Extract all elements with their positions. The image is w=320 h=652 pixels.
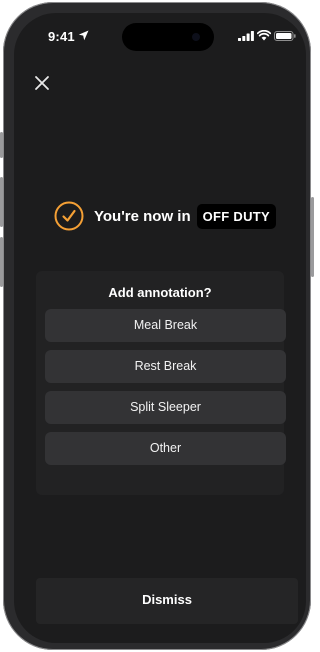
status-message-text: You're now in xyxy=(94,207,191,225)
battery-icon xyxy=(274,31,296,41)
annotation-option-other[interactable]: Other xyxy=(45,432,286,465)
wifi-icon xyxy=(257,30,271,41)
annotation-title: Add annotation? xyxy=(108,285,212,300)
duty-status-message: You're now in OFF DUTY xyxy=(54,199,277,233)
volume-down-button xyxy=(0,237,3,287)
status-bar: 9:41 xyxy=(14,13,306,59)
duty-status-badge: OFF DUTY xyxy=(196,203,277,229)
mute-switch xyxy=(0,132,3,158)
annotation-option-rest-break[interactable]: Rest Break xyxy=(45,350,286,383)
cellular-signal-icon xyxy=(238,31,254,41)
status-time: 9:41 xyxy=(48,29,75,44)
location-arrow-icon xyxy=(78,30,89,41)
volume-up-button xyxy=(0,177,3,227)
dismiss-button[interactable]: Dismiss xyxy=(36,578,298,624)
annotation-option-meal-break[interactable]: Meal Break xyxy=(45,309,286,342)
camera-icon xyxy=(192,33,200,41)
annotation-card: Add annotation? Meal Break Rest Break Sp… xyxy=(36,271,286,495)
dynamic-island xyxy=(122,23,214,51)
check-circle-icon xyxy=(54,201,84,231)
phone-frame: 9:41 You're now in OFF DUTY Add annotati… xyxy=(0,2,314,650)
annotation-option-split-sleeper[interactable]: Split Sleeper xyxy=(45,391,286,424)
side-button xyxy=(311,197,314,277)
close-icon[interactable] xyxy=(32,73,52,93)
screen: 9:41 You're now in OFF DUTY Add annotati… xyxy=(14,13,306,643)
